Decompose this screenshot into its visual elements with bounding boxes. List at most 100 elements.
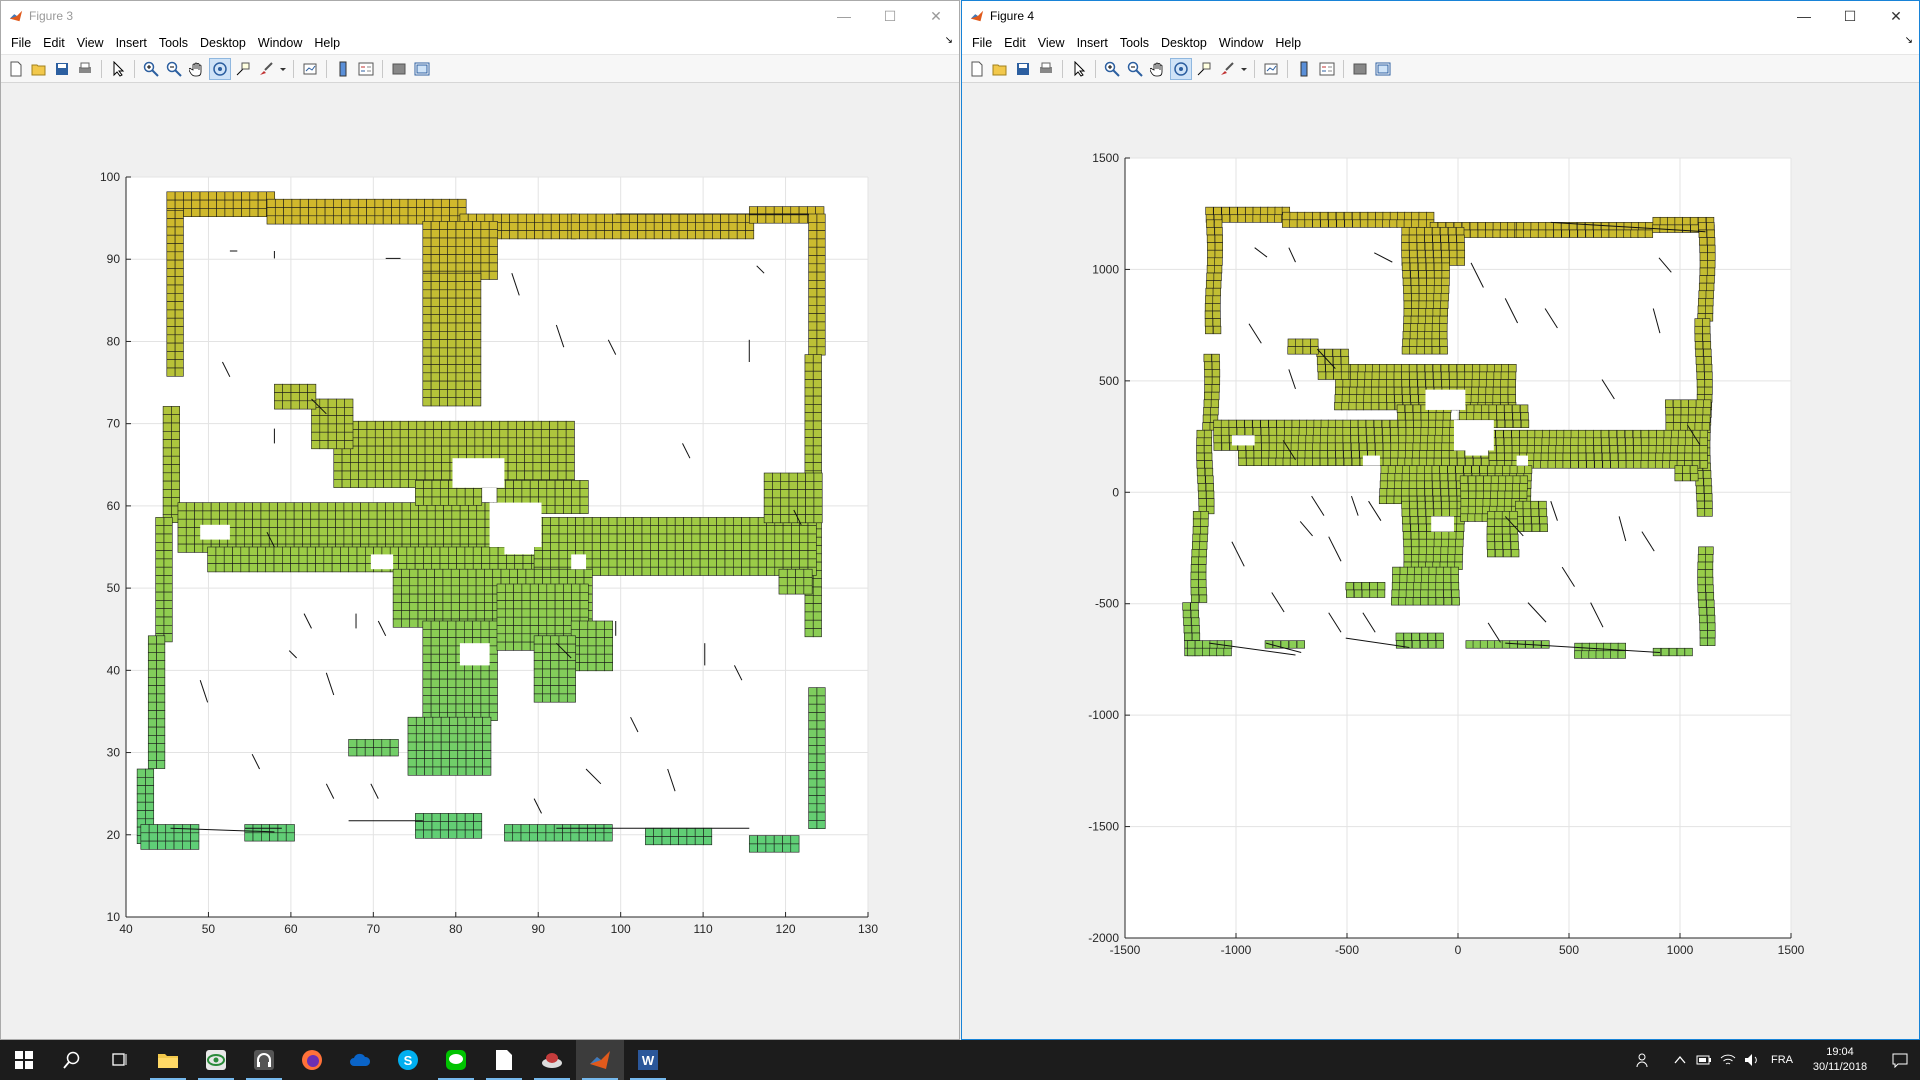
insert-legend-button[interactable]: [355, 58, 377, 80]
link-plot-button[interactable]: [299, 58, 321, 80]
zoom-out-button[interactable]: [1124, 58, 1146, 80]
brush-button[interactable]: [255, 58, 277, 80]
insert-colorbar-button[interactable]: [332, 58, 354, 80]
clock[interactable]: 19:04 30/11/2018: [1800, 1045, 1880, 1075]
map-cell: [788, 514, 798, 524]
app-eye-icon[interactable]: [192, 1040, 240, 1080]
figure-4-window[interactable]: Figure 4 — ☐ ✕ File Edit View Insert Too…: [961, 0, 1920, 1040]
x-tick-label: 40: [119, 922, 133, 936]
data-cursor-button[interactable]: [232, 58, 254, 80]
language-indicator[interactable]: FRA: [1764, 1054, 1800, 1066]
app-cloud-icon[interactable]: [336, 1040, 384, 1080]
map-cell: [318, 535, 328, 545]
matlab-icon[interactable]: [576, 1040, 624, 1080]
map-cell: [780, 480, 790, 490]
menu-tools[interactable]: Tools: [153, 36, 194, 50]
task-view-icon[interactable]: [96, 1040, 144, 1080]
map-cell: [466, 420, 476, 430]
select-pointer-button[interactable]: [1068, 58, 1090, 80]
map-cell: [1696, 371, 1705, 380]
close-button[interactable]: ✕: [1873, 1, 1919, 31]
maximize-button[interactable]: ☐: [1827, 1, 1873, 31]
brush-button[interactable]: [1216, 58, 1238, 80]
menu-tools[interactable]: Tools: [1114, 36, 1155, 50]
figure-3-axes[interactable]: 40 50 60 70 80 90 100 110 120 1301009080706050403…: [1, 85, 959, 1041]
menu-insert[interactable]: Insert: [1071, 36, 1114, 50]
brush-dropdown-icon[interactable]: [1239, 58, 1249, 80]
data-cursor-button[interactable]: [1193, 58, 1215, 80]
figure-3-window[interactable]: Figure 3 — ☐ ✕ File Edit View Insert Too…: [0, 0, 960, 1040]
menu-help[interactable]: Help: [308, 36, 346, 50]
menu-desktop[interactable]: Desktop: [1155, 36, 1213, 50]
map-cell: [1409, 371, 1418, 380]
brush-dropdown-icon[interactable]: [278, 58, 288, 80]
menu-view[interactable]: View: [71, 36, 110, 50]
menu-window[interactable]: Window: [1213, 36, 1269, 50]
zoom-in-button[interactable]: [140, 58, 162, 80]
menu-file[interactable]: File: [966, 36, 998, 50]
notifications-icon[interactable]: [1880, 1040, 1920, 1080]
figure-4-titlebar[interactable]: Figure 4 — ☐ ✕: [962, 1, 1919, 31]
close-button[interactable]: ✕: [913, 1, 959, 31]
map-cell: [422, 620, 432, 630]
map-cell: [553, 832, 563, 842]
zoom-out-button[interactable]: [163, 58, 185, 80]
search-icon[interactable]: [48, 1040, 96, 1080]
map-cell: [683, 533, 693, 543]
map-cell: [741, 517, 751, 526]
app-hat-icon[interactable]: [528, 1040, 576, 1080]
save-button[interactable]: [1012, 58, 1034, 80]
print-button[interactable]: [74, 58, 96, 80]
figure-canvas[interactable]: -1500 -1000 -500 0 500 1000 1500 1500 1000 500 0 -5…: [962, 85, 1919, 1039]
minimize-button[interactable]: —: [1781, 1, 1827, 31]
show-plot-tools-button[interactable]: [1372, 58, 1394, 80]
start-icon[interactable]: [0, 1040, 48, 1080]
figure-canvas[interactable]: 40 50 60 70 80 90 100 110 120 130 100 90 80 70 60 50 40 3…: [1, 85, 959, 1039]
menu-desktop[interactable]: Desktop: [194, 36, 252, 50]
menu-help[interactable]: Help: [1269, 36, 1307, 50]
new-figure-button[interactable]: [966, 58, 988, 80]
show-plot-tools-button[interactable]: [411, 58, 433, 80]
volume-icon[interactable]: [1740, 1040, 1764, 1080]
select-pointer-button[interactable]: [107, 58, 129, 80]
new-figure-button[interactable]: [5, 58, 27, 80]
maximize-button[interactable]: ☐: [867, 1, 913, 31]
menu-insert[interactable]: Insert: [110, 36, 153, 50]
insert-legend-button[interactable]: [1316, 58, 1338, 80]
zoom-in-button[interactable]: [1101, 58, 1123, 80]
firefox-icon[interactable]: [288, 1040, 336, 1080]
insert-colorbar-button[interactable]: [1293, 58, 1315, 80]
hide-plot-tools-button[interactable]: [388, 58, 410, 80]
menu-file[interactable]: File: [5, 36, 37, 50]
headphones-icon[interactable]: [240, 1040, 288, 1080]
word-icon[interactable]: W: [624, 1040, 672, 1080]
people-icon[interactable]: [1632, 1040, 1656, 1080]
minimize-button[interactable]: —: [821, 1, 867, 31]
skype-icon[interactable]: S: [384, 1040, 432, 1080]
menu-edit[interactable]: Edit: [37, 36, 71, 50]
hide-plot-tools-button[interactable]: [1349, 58, 1371, 80]
battery-icon[interactable]: [1692, 1040, 1716, 1080]
dock-arrow-icon[interactable]: ↘: [945, 35, 953, 46]
line-icon[interactable]: [432, 1040, 480, 1080]
figure-4-axes[interactable]: -1500 -1000 -500 0 500 1000 1500150010005000-5…: [962, 85, 1919, 1041]
save-button[interactable]: [51, 58, 73, 80]
dock-arrow-icon[interactable]: ↘: [1905, 35, 1913, 46]
figure-3-titlebar[interactable]: Figure 3 — ☐ ✕: [1, 1, 959, 31]
pan-hand-button[interactable]: [1147, 58, 1169, 80]
menu-edit[interactable]: Edit: [998, 36, 1032, 50]
open-file-button[interactable]: [989, 58, 1011, 80]
file-explorer-icon[interactable]: [144, 1040, 192, 1080]
menu-window[interactable]: Window: [252, 36, 308, 50]
link-plot-button[interactable]: [1260, 58, 1282, 80]
rotate-3d-button[interactable]: [209, 57, 231, 80]
wifi-icon[interactable]: [1716, 1040, 1740, 1080]
map-cell: [1694, 318, 1703, 327]
print-button[interactable]: [1035, 58, 1057, 80]
rotate-3d-button[interactable]: [1170, 57, 1192, 80]
notepad-icon[interactable]: [480, 1040, 528, 1080]
pan-hand-button[interactable]: [186, 58, 208, 80]
menu-view[interactable]: View: [1032, 36, 1071, 50]
chevron-up-icon[interactable]: [1668, 1040, 1692, 1080]
open-file-button[interactable]: [28, 58, 50, 80]
